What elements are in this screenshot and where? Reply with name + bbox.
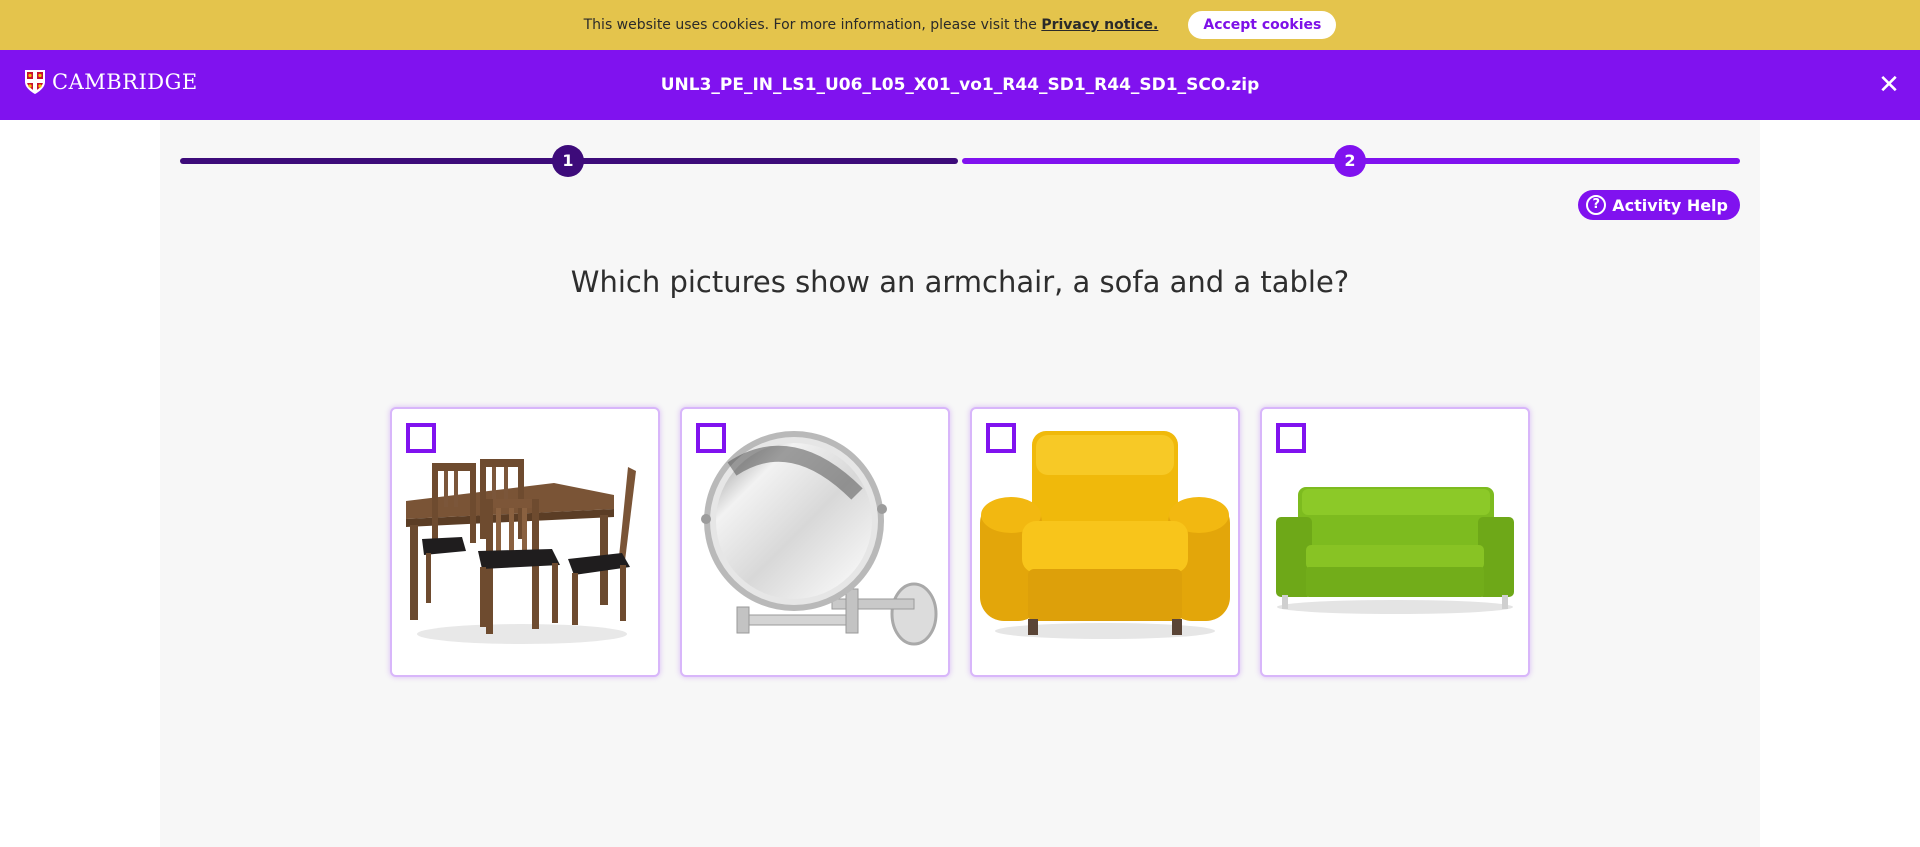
option-card-table-and-chairs[interactable]: [390, 407, 660, 677]
option-card-sofa[interactable]: [1260, 407, 1530, 677]
accept-cookies-button[interactable]: Accept cookies: [1188, 11, 1337, 39]
cambridge-logo: CAMBRIDGE: [24, 69, 198, 95]
step-indicator-1[interactable]: 1: [552, 145, 584, 177]
question-text: Which pictures show an armchair, a sofa …: [570, 265, 1350, 299]
answer-options: [390, 407, 1530, 677]
privacy-notice-link[interactable]: Privacy notice.: [1041, 17, 1158, 33]
logo-wordmark: CAMBRIDGE: [52, 70, 198, 94]
activity-help-label: Activity Help: [1612, 195, 1728, 215]
cookie-message-text: This website uses cookies. For more info…: [583, 17, 1042, 33]
step-indicator-2[interactable]: 2: [1334, 145, 1366, 177]
option-card-armchair[interactable]: [970, 407, 1240, 677]
question-circle-icon: ?: [1586, 195, 1607, 215]
option-checkbox[interactable]: [986, 423, 1016, 453]
close-icon[interactable]: ✕: [1876, 72, 1902, 98]
option-checkbox[interactable]: [696, 423, 726, 453]
option-card-mirror[interactable]: [680, 407, 950, 677]
option-checkbox[interactable]: [406, 423, 436, 453]
app-header: CAMBRIDGE UNL3_PE_IN_LS1_U06_L05_X01_vo1…: [0, 50, 1920, 120]
cookie-banner: This website uses cookies. For more info…: [0, 0, 1920, 50]
page-title: UNL3_PE_IN_LS1_U06_L05_X01_vo1_R44_SD1_R…: [660, 75, 1260, 95]
cookie-message: This website uses cookies. For more info…: [584, 17, 1159, 33]
cambridge-shield-icon: [25, 70, 45, 94]
option-checkbox[interactable]: [1276, 423, 1306, 453]
activity-panel: 1 2 ? Activity Help Which pictures show …: [160, 120, 1760, 847]
activity-help-button[interactable]: ? Activity Help: [1578, 190, 1740, 220]
